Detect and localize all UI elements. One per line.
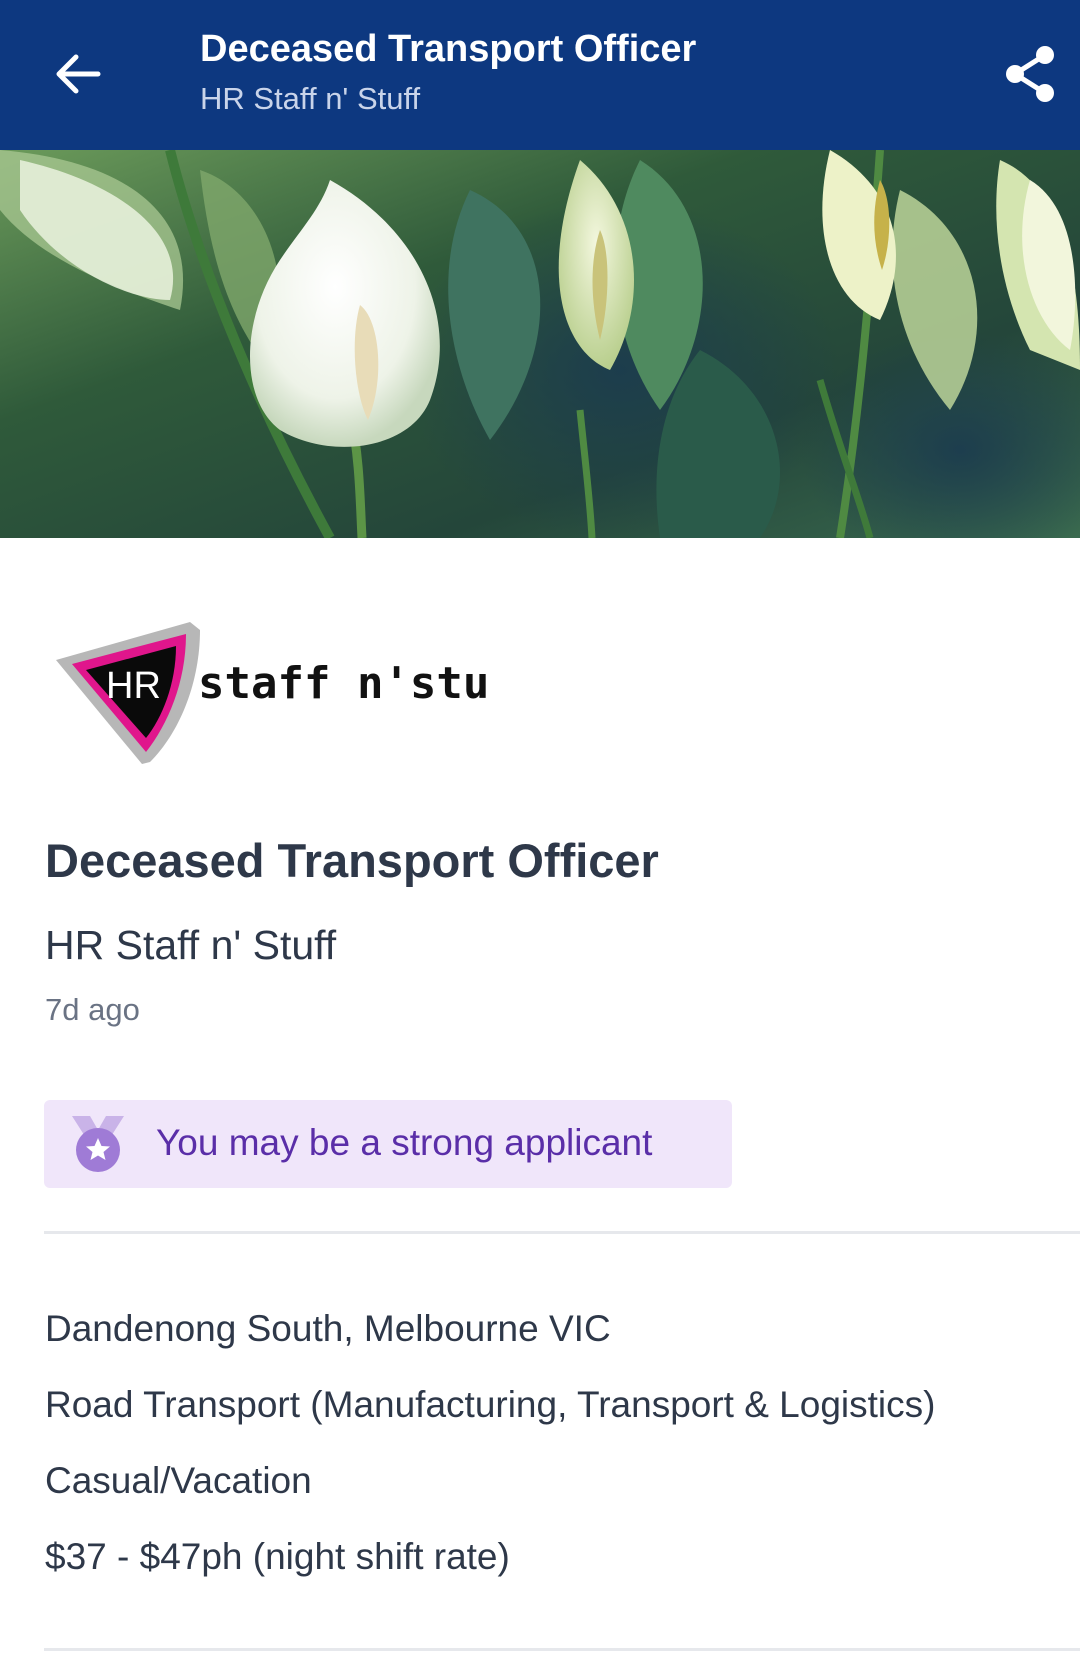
app-bar: Deceased Transport Officer HR Staff n' S… bbox=[0, 0, 1080, 150]
hero-image bbox=[0, 150, 1080, 538]
app-bar-subtitle: HR Staff n' Stuff bbox=[200, 81, 421, 116]
divider bbox=[44, 1648, 1080, 1651]
job-category: Road Transport (Manufacturing, Transport… bbox=[45, 1384, 936, 1425]
arrow-left-icon bbox=[56, 54, 101, 94]
divider bbox=[44, 1231, 1080, 1234]
company-name[interactable]: HR Staff n' Stuff bbox=[45, 922, 336, 969]
company-logo: HR staff n'stuff bbox=[50, 612, 542, 772]
strong-applicant-badge: You may be a strong applicant bbox=[44, 1100, 732, 1188]
logo-badge-text: HR bbox=[106, 665, 161, 707]
share-button[interactable] bbox=[992, 36, 1068, 112]
posted-time: 7d ago bbox=[45, 992, 140, 1027]
job-title: Deceased Transport Officer bbox=[45, 834, 659, 887]
back-button[interactable] bbox=[40, 36, 116, 112]
logo-wordmark: staff n'stuff bbox=[198, 658, 490, 709]
share-icon bbox=[1006, 46, 1054, 102]
strong-applicant-text: You may be a strong applicant bbox=[156, 1122, 653, 1163]
job-location: Dandenong South, Melbourne VIC bbox=[45, 1308, 611, 1349]
medal-star-icon bbox=[72, 1116, 124, 1172]
job-salary: $37 - $47ph (night shift rate) bbox=[45, 1536, 510, 1577]
job-work-type: Casual/Vacation bbox=[45, 1460, 312, 1501]
app-bar-title: Deceased Transport Officer bbox=[200, 28, 697, 70]
